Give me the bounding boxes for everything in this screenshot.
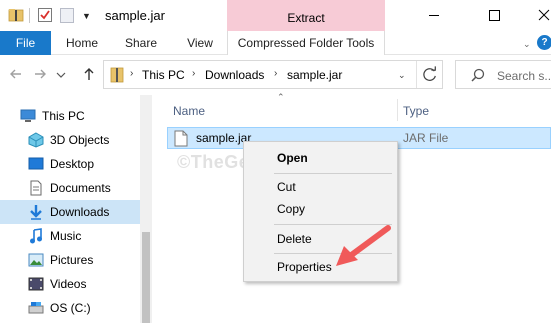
drive-icon [28, 302, 44, 314]
tab-home[interactable]: Home [60, 31, 104, 55]
back-arrow-icon[interactable] [7, 65, 25, 83]
up-arrow-icon[interactable] [80, 65, 98, 83]
recent-locations-icon[interactable] [56, 70, 66, 80]
breadcrumb-separator-icon[interactable]: › [274, 68, 277, 79]
sidebar-item-label: OS (C:) [50, 301, 91, 315]
help-icon[interactable]: ? [537, 35, 551, 50]
search-box[interactable]: Search s... [455, 60, 551, 89]
menu-item-label: Copy [277, 202, 306, 216]
file-icon [174, 130, 188, 147]
tab-share[interactable]: Share [118, 31, 164, 55]
menu-item-copy[interactable]: Copy [247, 198, 394, 220]
sidebar-item-label: Pictures [50, 253, 94, 267]
sidebar-item-label: Music [50, 229, 82, 243]
forward-arrow-icon[interactable] [31, 65, 49, 83]
ribbon-expand-icon[interactable]: ⌄ [523, 39, 531, 50]
sidebar-item-label: Documents [50, 181, 111, 195]
ribbon-tab-bar: File Home Share View Compressed Folder T… [0, 31, 551, 56]
quick-access-dropdown-icon[interactable]: ▼ [82, 11, 91, 21]
address-row: › This PC › Downloads › sample.jar ⌄ Sea… [0, 55, 551, 95]
search-placeholder: Search s... [497, 69, 551, 83]
sidebar-item-label: This PC [42, 109, 85, 123]
sidebar-item-desktop[interactable]: Desktop [0, 152, 140, 176]
sidebar-item-videos[interactable]: Videos [0, 272, 140, 296]
navigation-scrollbar[interactable] [140, 95, 152, 323]
annotation-arrow-icon [336, 225, 391, 266]
sidebar-item-documents[interactable]: Documents [0, 176, 140, 200]
column-divider[interactable] [397, 99, 398, 121]
scrollbar-thumb[interactable] [142, 232, 150, 323]
documents-icon [30, 180, 42, 196]
column-header-type[interactable]: Type [403, 104, 429, 118]
sidebar-item-pictures[interactable]: Pictures [0, 248, 140, 272]
menu-separator [274, 173, 392, 174]
zip-folder-icon [110, 67, 124, 83]
downloads-icon [30, 205, 42, 220]
tab-view[interactable]: View [180, 31, 220, 55]
menu-item-cut[interactable]: Cut [247, 176, 394, 198]
sidebar-item-this-pc[interactable]: This PC [0, 104, 140, 128]
music-icon [30, 228, 42, 244]
sidebar-item-3d-objects[interactable]: 3D Objects [0, 128, 140, 152]
3d-objects-icon [28, 132, 44, 148]
pictures-icon [28, 253, 44, 267]
sort-ascending-icon: ⌃ [277, 92, 285, 102]
menu-item-label: Open [277, 151, 308, 165]
sidebar-item-downloads[interactable]: Downloads [0, 200, 140, 224]
column-header-name[interactable]: Name [173, 104, 205, 118]
menu-item-label: Properties [277, 260, 332, 274]
sidebar-item-label: Desktop [50, 157, 95, 171]
sidebar-item-os-c[interactable]: OS (C:) [0, 296, 140, 320]
breadcrumb-separator-icon[interactable]: › [192, 68, 195, 79]
new-folder-icon[interactable] [60, 8, 74, 23]
maximize-button[interactable] [471, 0, 517, 31]
breadcrumb-sample-jar[interactable]: sample.jar [287, 68, 342, 82]
extract-tab-group: Extract [227, 0, 385, 31]
this-pc-icon [20, 109, 36, 122]
refresh-button[interactable] [416, 61, 443, 88]
address-dropdown-icon[interactable]: ⌄ [398, 70, 406, 81]
sidebar-item-label: Videos [50, 277, 87, 291]
breadcrumb-downloads[interactable]: Downloads [205, 68, 264, 82]
close-button[interactable] [521, 0, 551, 31]
desktop-icon [28, 157, 44, 170]
address-bar[interactable]: › This PC › Downloads › sample.jar ⌄ [103, 60, 443, 89]
tab-compressed-folder-tools[interactable]: Compressed Folder Tools [227, 31, 385, 56]
extract-tab-label: Extract [287, 11, 325, 25]
title-bar: ▼ sample.jar Extract [0, 0, 551, 31]
sidebar-item-label: Downloads [50, 205, 110, 219]
toolbar-divider [29, 8, 30, 23]
tab-file[interactable]: File [0, 31, 51, 55]
search-icon [471, 68, 485, 82]
menu-item-label: Cut [277, 180, 296, 194]
sidebar-item-music[interactable]: Music [0, 224, 140, 248]
breadcrumb-this-pc[interactable]: This PC [142, 68, 185, 82]
minimize-button[interactable] [411, 0, 457, 31]
file-type: JAR File [403, 131, 449, 145]
window-title: sample.jar [105, 8, 165, 23]
sidebar-item-label: 3D Objects [50, 133, 110, 147]
navigation-pane: This PC 3D Objects Desktop Documents Dow… [0, 95, 152, 323]
folder-zip-icon[interactable] [8, 7, 24, 23]
properties-check-icon[interactable] [37, 7, 53, 23]
breadcrumb-separator-icon[interactable]: › [130, 68, 133, 79]
menu-item-label: Delete [277, 232, 312, 246]
videos-icon [28, 277, 44, 291]
menu-item-open[interactable]: Open [247, 147, 394, 169]
